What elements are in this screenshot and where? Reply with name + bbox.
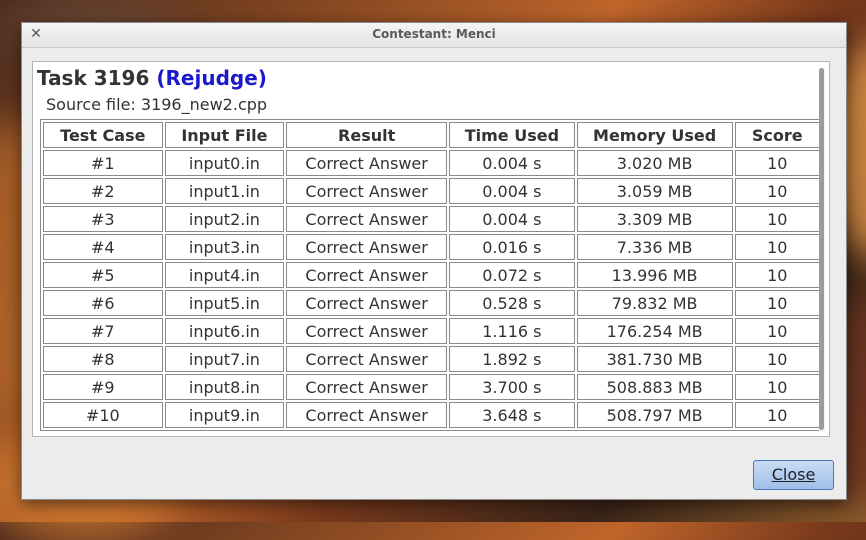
table-row: #6 input5.in Correct Answer 0.528 s 79.8… (43, 290, 820, 316)
memory-cell: 176.254 MB (576, 318, 733, 344)
scrollbar-thumb[interactable] (819, 68, 824, 430)
result-cell: Correct Answer (286, 150, 448, 176)
memory-cell: 3.020 MB (576, 150, 733, 176)
memory-cell: 13.996 MB (576, 262, 733, 288)
contestant-dialog: ✕ Contestant: Menci Task 3196 (Rejudge) … (21, 22, 847, 500)
input-file-cell: input2.in (164, 206, 285, 232)
input-file-cell: input4.in (164, 262, 285, 288)
input-file-cell: input1.in (164, 178, 285, 204)
time-cell: 0.016 s (449, 234, 575, 260)
test-case-cell: #7 (43, 318, 163, 344)
time-cell: 0.072 s (449, 262, 575, 288)
score-cell: 10 (734, 262, 820, 288)
score-cell: 10 (734, 318, 820, 344)
table-row: #10 input9.in Correct Answer 3.648 s 508… (43, 402, 820, 428)
time-cell: 0.528 s (449, 290, 575, 316)
time-cell: 1.892 s (449, 346, 575, 372)
table-row: #2 input1.in Correct Answer 0.004 s 3.05… (43, 178, 820, 204)
rejudge-status: (Rejudge) (156, 66, 267, 90)
input-file-cell: input6.in (164, 318, 285, 344)
header-score: Score (734, 122, 820, 148)
time-cell: 1.116 s (449, 318, 575, 344)
time-cell: 3.648 s (449, 402, 575, 428)
score-cell: 10 (734, 290, 820, 316)
time-cell: 0.004 s (449, 150, 575, 176)
test-case-cell: #10 (43, 402, 163, 428)
memory-cell: 508.883 MB (576, 374, 733, 400)
memory-cell: 508.797 MB (576, 402, 733, 428)
score-cell: 10 (734, 206, 820, 232)
input-file-cell: input8.in (164, 374, 285, 400)
input-file-cell: input7.in (164, 346, 285, 372)
table-row: #5 input4.in Correct Answer 0.072 s 13.9… (43, 262, 820, 288)
score-cell: 10 (734, 178, 820, 204)
input-file-cell: input5.in (164, 290, 285, 316)
test-case-cell: #9 (43, 374, 163, 400)
input-file-cell: input3.in (164, 234, 285, 260)
result-cell: Correct Answer (286, 178, 448, 204)
test-case-cell: #6 (43, 290, 163, 316)
task-heading: Task 3196 (Rejudge) (37, 66, 267, 90)
input-file-cell: input0.in (164, 150, 285, 176)
task-label: Task 3196 (37, 66, 150, 90)
score-cell: 10 (734, 150, 820, 176)
memory-cell: 3.309 MB (576, 206, 733, 232)
close-button[interactable]: Close (753, 460, 834, 490)
score-cell: 10 (734, 402, 820, 428)
table-row: #4 input3.in Correct Answer 0.016 s 7.33… (43, 234, 820, 260)
score-cell: 10 (734, 374, 820, 400)
memory-cell: 381.730 MB (576, 346, 733, 372)
memory-cell: 7.336 MB (576, 234, 733, 260)
result-cell: Correct Answer (286, 234, 448, 260)
table-row: #3 input2.in Correct Answer 0.004 s 3.30… (43, 206, 820, 232)
result-cell: Correct Answer (286, 262, 448, 288)
memory-cell: 3.059 MB (576, 178, 733, 204)
memory-cell: 79.832 MB (576, 290, 733, 316)
test-case-cell: #3 (43, 206, 163, 232)
title-bar: ✕ Contestant: Menci (22, 23, 846, 48)
table-row: #9 input8.in Correct Answer 3.700 s 508.… (43, 374, 820, 400)
header-result: Result (286, 122, 448, 148)
vertical-scrollbar[interactable] (819, 68, 825, 432)
source-file-line: Source file: 3196_new2.cpp (46, 95, 268, 114)
result-cell: Correct Answer (286, 374, 448, 400)
table-row: #8 input7.in Correct Answer 1.892 s 381.… (43, 346, 820, 372)
window-title: Contestant: Menci (372, 27, 496, 41)
input-file-cell: input9.in (164, 402, 285, 428)
test-case-cell: #1 (43, 150, 163, 176)
table-row: #1 input0.in Correct Answer 0.004 s 3.02… (43, 150, 820, 176)
header-memory-used: Memory Used (576, 122, 733, 148)
results-table: Test Case Input File Result Time Used Me… (40, 119, 823, 431)
time-cell: 0.004 s (449, 178, 575, 204)
header-time-used: Time Used (449, 122, 575, 148)
table-header-row: Test Case Input File Result Time Used Me… (43, 122, 820, 148)
header-test-case: Test Case (43, 122, 163, 148)
time-cell: 0.004 s (449, 206, 575, 232)
result-cell: Correct Answer (286, 290, 448, 316)
test-case-cell: #4 (43, 234, 163, 260)
header-input-file: Input File (164, 122, 285, 148)
result-cell: Correct Answer (286, 346, 448, 372)
result-cell: Correct Answer (286, 206, 448, 232)
result-cell: Correct Answer (286, 318, 448, 344)
test-case-cell: #5 (43, 262, 163, 288)
results-panel: Task 3196 (Rejudge) Source file: 3196_ne… (32, 61, 830, 437)
score-cell: 10 (734, 346, 820, 372)
table-row: #7 input6.in Correct Answer 1.116 s 176.… (43, 318, 820, 344)
time-cell: 3.700 s (449, 374, 575, 400)
test-case-cell: #2 (43, 178, 163, 204)
test-case-cell: #8 (43, 346, 163, 372)
result-cell: Correct Answer (286, 402, 448, 428)
score-cell: 10 (734, 234, 820, 260)
